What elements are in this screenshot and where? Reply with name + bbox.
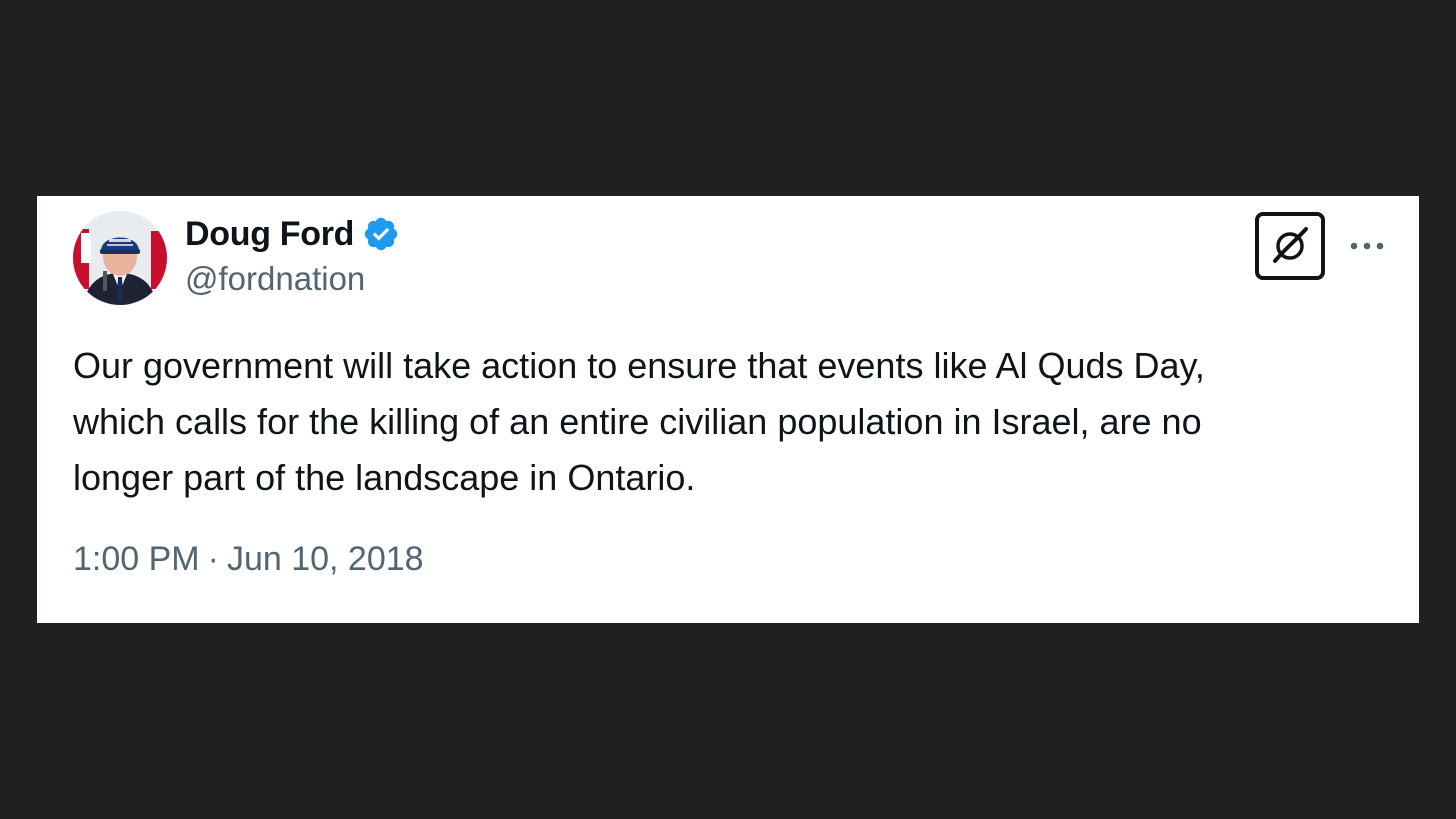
tweet-text: Our government will take action to ensur… [73, 345, 1205, 498]
author-display-name[interactable]: Doug Ford [185, 215, 354, 254]
verified-badge-icon [364, 217, 398, 251]
author-name-row: Doug Ford [185, 214, 400, 254]
tweet-time-link[interactable]: 1:00 PM [73, 540, 200, 579]
tweet-date-link[interactable]: Jun 10, 2018 [227, 540, 424, 579]
app-logo-button[interactable] [1255, 212, 1325, 280]
screenshot-background: Doug Ford @fordnation Our government wil… [0, 0, 1456, 819]
author-handle[interactable]: @fordnation [185, 260, 365, 298]
timestamp-separator: · [207, 540, 219, 578]
avatar-photo-icon [73, 211, 167, 305]
author-avatar[interactable] [73, 211, 167, 305]
tweet-card[interactable]: Doug Ford @fordnation Our government wil… [37, 196, 1419, 623]
more-options-icon[interactable] [1347, 232, 1387, 260]
tweet-timestamp: 1:00 PM · Jun 10, 2018 [73, 540, 424, 579]
slashed-circle-logo-icon [1273, 227, 1308, 263]
